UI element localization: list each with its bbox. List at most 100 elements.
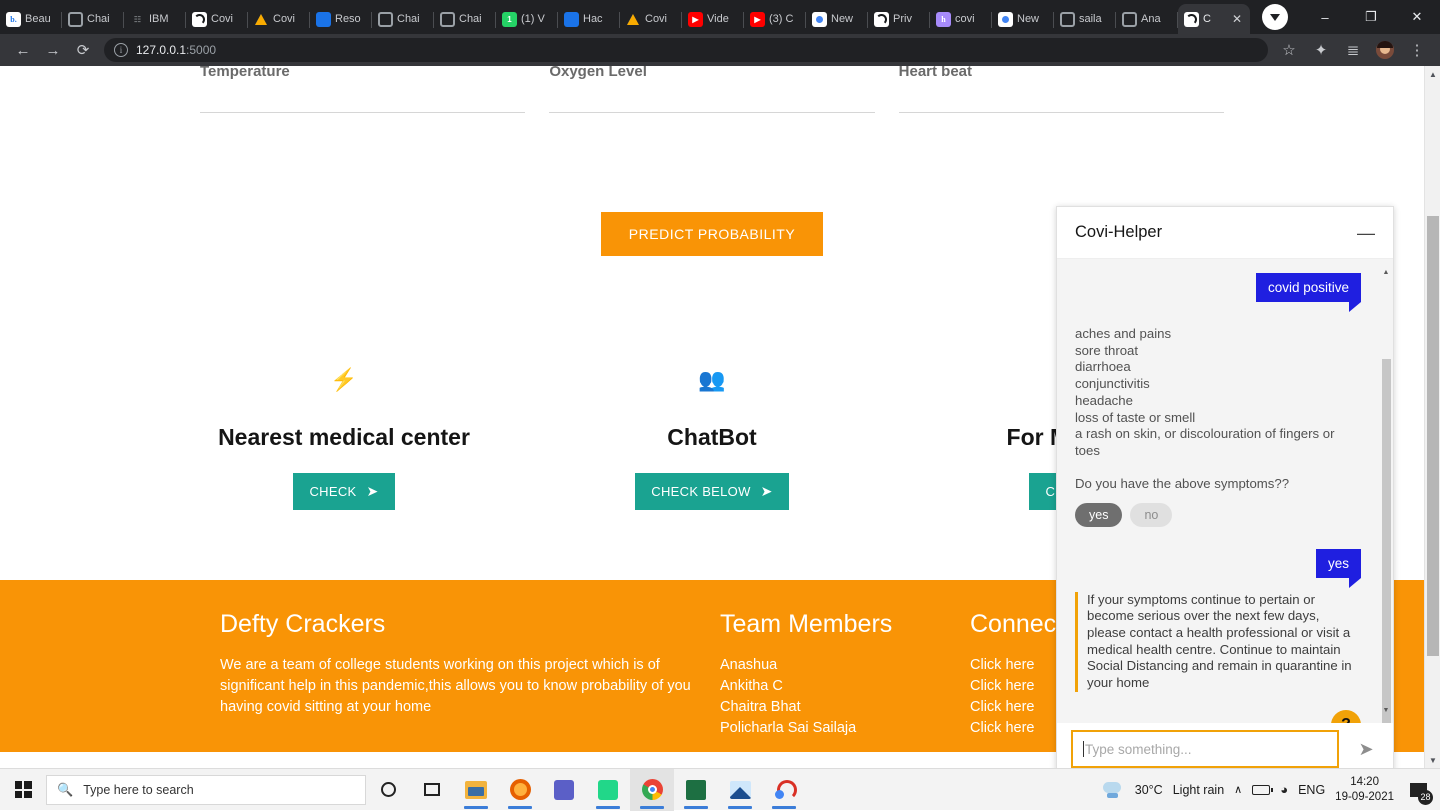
task-view-icon[interactable] [410, 769, 454, 811]
field-underline[interactable] [549, 112, 875, 113]
browser-tab[interactable]: 1 (1) V [496, 4, 558, 34]
profile-avatar[interactable] [1370, 36, 1400, 64]
browser-tab[interactable]: Reso [310, 4, 372, 34]
browser-tab[interactable]: Chai [434, 4, 496, 34]
browser-tab[interactable]: New [806, 4, 868, 34]
browser-tab[interactable]: Ana [1116, 4, 1178, 34]
notification-center-icon[interactable]: 28 [1404, 776, 1433, 805]
team-member-name: Policharla Sai Sailaja [720, 720, 857, 736]
back-button[interactable]: ← [8, 36, 38, 64]
page-scroll-thumb[interactable] [1427, 216, 1439, 656]
browser-window: b. Beau Chai ☷ IBM Covi Covi Reso Chai Chai 1 (1) V… [0, 0, 1440, 768]
taskbar-app-pycharm[interactable] [586, 769, 630, 811]
browser-tab[interactable]: Covi [620, 4, 682, 34]
github-favicon [1060, 11, 1075, 27]
language-indicator[interactable]: ENG [1298, 783, 1325, 797]
chat-input-field[interactable]: Type something... [1071, 730, 1339, 768]
feature-card-button[interactable]: CHECK BELOW ➤ [635, 473, 789, 510]
footer-team-list: Anashua Ankitha C Chaitra Bhat Policharla S… [720, 655, 970, 739]
extensions-icon[interactable]: ✦ [1306, 36, 1336, 64]
chat-scrollbar[interactable]: ▲ ▼ [1379, 259, 1393, 723]
tab-label: saila [1079, 13, 1102, 25]
window-maximize-button[interactable]: ❐ [1348, 0, 1394, 34]
help-button[interactable]: ? [1331, 709, 1361, 723]
browser-tab[interactable]: Covi [248, 4, 310, 34]
browser-tab[interactable]: Chai [62, 4, 124, 34]
profile-chip[interactable] [1262, 4, 1288, 30]
page-scroll-up-arrow[interactable]: ▲ [1425, 66, 1440, 82]
browser-tab[interactable]: ☷ IBM [124, 4, 186, 34]
browser-tab[interactable]: Chai [372, 4, 434, 34]
feature-card-button[interactable]: CHECK ➤ [293, 473, 395, 510]
tab-label: Covi [273, 13, 296, 25]
chat-option-yes[interactable]: yes [1075, 502, 1123, 527]
taskbar-app-snipping-tool[interactable] [762, 769, 806, 811]
browser-tab[interactable]: New [992, 4, 1054, 34]
tab-close-icon[interactable]: ✕ [1232, 13, 1244, 25]
cortana-icon[interactable] [366, 769, 410, 811]
browser-tab[interactable]: Priv [868, 4, 930, 34]
start-button[interactable] [0, 769, 46, 811]
taskbar-app-photos[interactable] [718, 769, 762, 811]
bot-symptoms-list: aches and pains sore throat diarrhoea co… [1075, 326, 1335, 458]
chat-scroll-content: covid positive aches and pains sore thro… [1057, 259, 1379, 723]
field-underline[interactable] [200, 112, 526, 113]
chat-scroll-down-arrow[interactable]: ▼ [1379, 703, 1393, 717]
bookmark-star-icon[interactable]: ☆ [1274, 36, 1304, 64]
taskbar-app-microsoft-teams[interactable] [542, 769, 586, 811]
chat-scroll-up-arrow[interactable]: ▲ [1379, 265, 1393, 279]
send-icon[interactable]: ➤ [1339, 739, 1393, 760]
browser-tab[interactable]: Covi [186, 4, 248, 34]
chat-option-no[interactable]: no [1130, 502, 1173, 527]
feature-card: ⚡ Nearest medical center CHECK ➤ [160, 366, 528, 510]
taskbar-app-file-explorer[interactable] [454, 769, 498, 811]
field-label: Heart beat [898, 66, 973, 80]
browser-tab[interactable]: h covi [930, 4, 992, 34]
field-heart-beat: Heart beat [898, 66, 1224, 113]
address-bar[interactable]: i 127.0.0.1:5000 [104, 38, 1268, 62]
battery-icon[interactable] [1252, 784, 1274, 795]
browser-tab[interactable]: C ✕ [1178, 4, 1250, 34]
page-scroll-down-arrow[interactable]: ▼ [1425, 752, 1440, 768]
tray-expand-icon[interactable]: ∧ [1234, 783, 1242, 796]
tab-label: New [1017, 13, 1040, 25]
browser-tab[interactable]: saila [1054, 4, 1116, 34]
browser-menu-icon[interactable]: ⋮ [1402, 36, 1432, 64]
address-bar-url: 127.0.0.1:5000 [136, 43, 216, 57]
vitals-form-row: Temperature Oxygen Level Heart beat [0, 66, 1424, 113]
taskbar-search-box[interactable]: 🔍 Type here to search [46, 774, 366, 805]
site-info-icon[interactable]: i [114, 43, 128, 57]
user-message-bubble: yes [1315, 548, 1362, 588]
url-host: 127.0.0.1 [136, 43, 187, 57]
page-scrollbar[interactable]: ▲ ▼ [1424, 66, 1440, 768]
arrow-right-icon: ➤ [366, 483, 379, 499]
wifi-icon[interactable]: ◕ [1280, 782, 1288, 797]
browser-tab[interactable]: ▶ (3) C [744, 4, 806, 34]
pycharm-icon [598, 779, 618, 800]
clock-time: 14:20 [1350, 775, 1379, 788]
taskbar-clock[interactable]: 14:20 19-09-2021 [1335, 775, 1394, 805]
chat-minimize-icon[interactable]: — [1357, 224, 1375, 242]
tab-label: (1) V [521, 13, 545, 25]
browser-tab[interactable]: Hac [558, 4, 620, 34]
field-underline[interactable] [898, 112, 1224, 113]
predict-probability-button[interactable]: PREDICT PROBABILITY [600, 212, 824, 256]
tab-label: Chai [397, 13, 420, 25]
reading-list-icon[interactable]: ≣ [1338, 36, 1368, 64]
window-minimize-button[interactable]: – [1302, 0, 1348, 34]
window-close-button[interactable]: ✕ [1394, 0, 1440, 34]
chat-widget: Covi-Helper — covid positive aches and p… [1056, 206, 1394, 768]
forward-button[interactable]: → [38, 36, 68, 64]
browser-tab[interactable]: ▶ Vide [682, 4, 744, 34]
feature-card-button-label: CHECK [309, 484, 357, 499]
reload-button[interactable]: ⟳ [68, 36, 98, 64]
tab-label: Ana [1141, 13, 1161, 25]
taskbar-app-google-chrome[interactable] [630, 768, 674, 811]
taskbar-app-firefox[interactable] [498, 769, 542, 811]
taskbar-app-microsoft-excel[interactable] [674, 769, 718, 811]
chat-scroll-thumb[interactable] [1382, 359, 1391, 723]
footer-team-column: Team Members Anashua Ankitha C Chaitra Bha… [720, 610, 970, 739]
file-explorer-icon [465, 780, 487, 799]
browser-tab[interactable]: b. Beau [0, 4, 62, 34]
chat-message-area: covid positive aches and pains sore thro… [1057, 259, 1393, 723]
